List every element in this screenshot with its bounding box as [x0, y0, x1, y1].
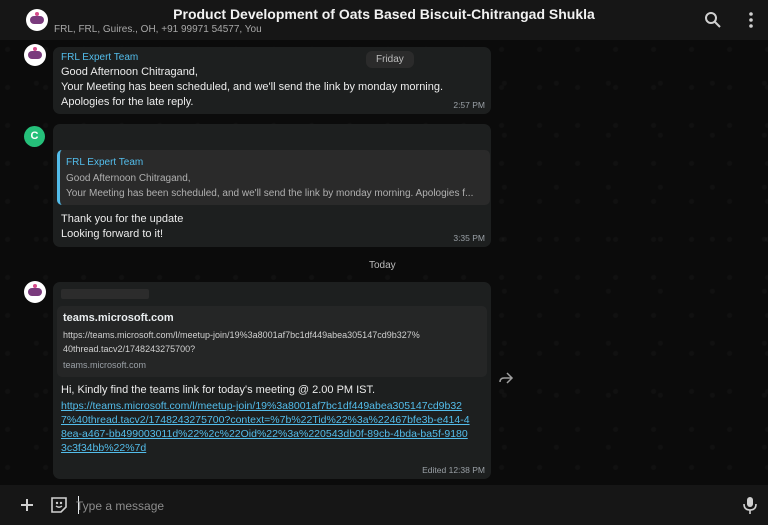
- logo-icon: [28, 288, 42, 296]
- chat-title[interactable]: Product Development of Oats Based Biscui…: [0, 6, 768, 22]
- redacted-sender: [61, 289, 149, 299]
- sender-avatar[interactable]: [24, 281, 46, 303]
- message-bubble[interactable]: teams.microsoft.com https://teams.micros…: [53, 282, 491, 479]
- day-separator-today: Today: [369, 260, 396, 271]
- message-time: 2:57 PM: [453, 100, 485, 110]
- message-composer: [0, 485, 768, 525]
- quoted-sender: FRL Expert Team: [66, 157, 144, 168]
- preview-title: teams.microsoft.com: [63, 312, 174, 324]
- message-bubble[interactable]: FRL Expert Team Good Afternoon Chitragan…: [53, 47, 491, 114]
- search-icon[interactable]: [703, 10, 723, 30]
- message-time: Edited 12:38 PM: [422, 465, 485, 475]
- message-input[interactable]: [74, 492, 728, 520]
- microphone-icon[interactable]: [741, 495, 759, 515]
- message-time: 3:35 PM: [453, 233, 485, 243]
- message-text: Thank you for the update Looking forward…: [61, 213, 184, 240]
- message-bubble[interactable]: FRL Expert Team Good Afternoon Chitragan…: [53, 124, 491, 247]
- link-preview[interactable]: teams.microsoft.com https://teams.micros…: [57, 306, 487, 377]
- day-separator-friday: Friday: [366, 51, 414, 68]
- teams-meeting-link[interactable]: https://teams.microsoft.com/l/meetup-joi…: [61, 399, 471, 455]
- message-sender[interactable]: FRL Expert Team: [61, 52, 138, 63]
- menu-kebab-icon[interactable]: [741, 10, 761, 30]
- quoted-text-line2: Your Meeting has been scheduled, and we'…: [66, 188, 474, 199]
- plus-icon[interactable]: [18, 496, 36, 514]
- chat-header[interactable]: Product Development of Oats Based Biscui…: [0, 0, 768, 40]
- sender-avatar-c[interactable]: C: [24, 126, 45, 147]
- sticker-icon[interactable]: [49, 495, 69, 515]
- message-text: Hi, Kindly find the teams link for today…: [61, 384, 376, 396]
- forward-icon[interactable]: [498, 371, 514, 385]
- quoted-text-line1: Good Afternoon Chitragand,: [66, 173, 191, 184]
- logo-icon: [28, 51, 42, 59]
- chat-participants[interactable]: FRL, FRL, Guires., OH, +91 99971 54577, …: [54, 24, 262, 35]
- preview-url: https://teams.microsoft.com/l/meetup-joi…: [63, 330, 420, 354]
- message-text: Good Afternoon Chitragand, Your Meeting …: [61, 66, 444, 108]
- quoted-message[interactable]: FRL Expert Team Good Afternoon Chitragan…: [57, 150, 490, 205]
- preview-domain: teams.microsoft.com: [63, 360, 147, 370]
- sender-avatar[interactable]: [24, 44, 46, 66]
